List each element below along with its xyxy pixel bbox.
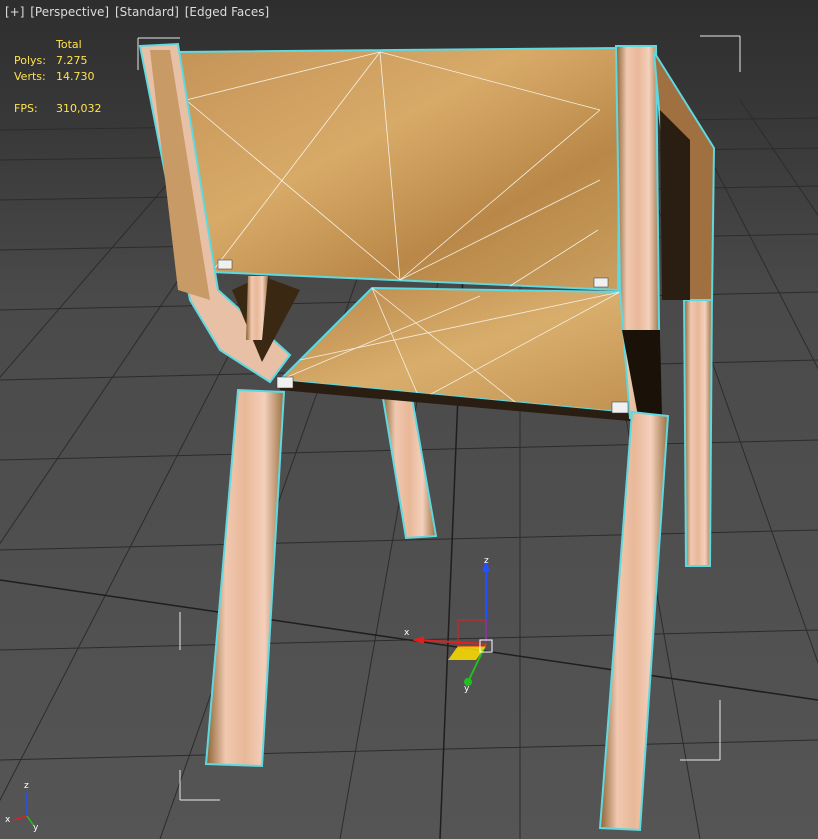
chair-front-left-leg[interactable] (204, 388, 286, 768)
transform-gizmo[interactable] (412, 560, 493, 686)
stats-verts-value: 14.730 (56, 70, 95, 83)
stats-polys-label: Polys: (14, 54, 46, 67)
viewport-scene[interactable] (0, 0, 818, 839)
viewport-shading-menu[interactable]: [Standard] (114, 5, 180, 19)
gizmo-axis-y-label: y (464, 684, 470, 694)
chair-backrest[interactable] (176, 46, 622, 292)
viewport-general-menu[interactable]: [+] (4, 5, 25, 19)
chair-back-right-leg[interactable] (682, 289, 714, 567)
tripod-z-label: z (24, 781, 29, 791)
tripod-y-label: y (33, 823, 39, 833)
perspective-viewport[interactable]: x y z x y z [+] [Perspective] [Standard]… (0, 0, 818, 839)
viewport-point-of-view-menu[interactable]: [Perspective] (29, 5, 110, 19)
stats-polys-value: 7.275 (56, 54, 88, 67)
chair-front-right-leg[interactable] (598, 410, 670, 832)
chair-seat[interactable] (277, 286, 642, 422)
viewport-edged-faces-menu[interactable]: [Edged Faces] (184, 5, 270, 19)
chair-rear-middle-leg[interactable] (380, 390, 438, 540)
stats-fps-value: 310,032 (56, 102, 102, 115)
gizmo-axis-z-label: z (484, 556, 489, 566)
stats-total-header: Total (56, 38, 82, 51)
gizmo-axis-x-label: x (404, 628, 410, 638)
stats-fps-label: FPS: (14, 102, 38, 115)
viewport-label-menu: [+] [Perspective] [Standard] [Edged Face… (4, 5, 270, 19)
axis-tripod-icon (13, 792, 35, 827)
stats-verts-label: Verts: (14, 70, 46, 83)
tripod-x-label: x (5, 815, 11, 825)
